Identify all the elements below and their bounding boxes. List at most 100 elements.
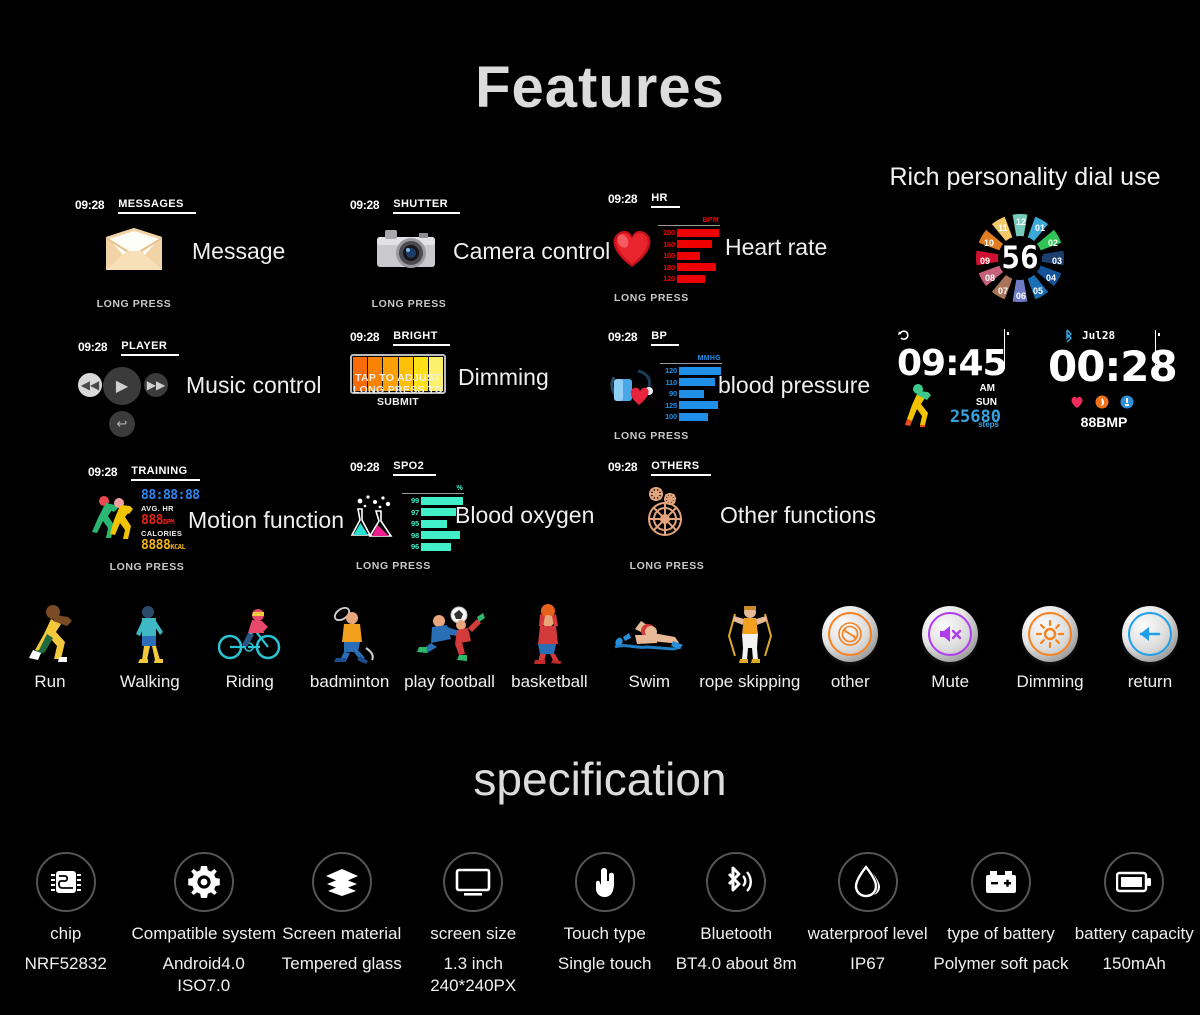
status-time: 09:28 [350, 460, 380, 474]
flasks-icon [350, 494, 400, 542]
sport-basketball[interactable]: basketball [499, 598, 599, 692]
feature-others[interactable]: 09:28 OTHERS LONG PRESS Other functions [608, 460, 876, 572]
feature-footer: LONG PRESS [371, 298, 447, 310]
control-return[interactable]: return [1100, 598, 1200, 692]
watch-face-color-dial[interactable]: 56 12 01 02 03 04 05 06 07 08 09 10 11 [970, 208, 1070, 308]
control-mute[interactable]: Mute [900, 598, 1000, 692]
chart-bar [679, 401, 718, 410]
dial-number: 10 [984, 238, 995, 248]
feature-dimming[interactable]: 09:28 BRIGHT TAP TO ADJUST LONG PRESS TO… [350, 330, 549, 430]
specification-title: specification [473, 753, 727, 805]
feature-blood-pressure-screen: 09:28 BP MMHG 120 110 90 125 100 LONG PR… [608, 330, 726, 442]
spec-name: battery capacity [1074, 924, 1194, 943]
sport-label: rope skipping [699, 672, 801, 691]
chart-bar [679, 412, 708, 421]
feature-heart-rate[interactable]: 09:28 HR BPM 200 160 100 180 120 LONG PR… [608, 192, 827, 304]
chart-value: 120 [665, 366, 677, 376]
spec-touch-type: Touch type Single touch [539, 852, 670, 997]
football-icon [415, 598, 485, 670]
chart-value: 97 [411, 507, 419, 517]
sport-label: Riding [225, 672, 274, 691]
music-prev-button[interactable]: ◀◀ [78, 373, 102, 397]
spec-value: 1.3 inch 240*240PX [430, 953, 516, 997]
feature-camera-body [350, 216, 468, 288]
feature-camera-label: Camera control [453, 238, 611, 264]
chart-row: 200 [658, 228, 720, 237]
feature-footer: LONG PRESS [356, 560, 431, 572]
training-duration: 88:88:88 [141, 487, 200, 503]
status-time: 09:28 [88, 465, 118, 479]
status-time: 09:28 [608, 460, 638, 474]
feature-message[interactable]: 09:28 MESSAGES LONG PRESS Message [75, 198, 285, 310]
feature-music[interactable]: 09:28 PLAYER ◀◀ ▶ ▶▶ ↩ Music control [78, 340, 321, 440]
feature-dimming-topbar: 09:28 BRIGHT [350, 330, 468, 346]
sport-swim[interactable]: Swim [599, 598, 699, 692]
control-other[interactable]: other [800, 598, 900, 692]
control-dimming[interactable]: Dimming [1000, 598, 1100, 692]
dial-number: 06 [1016, 291, 1027, 301]
feature-blood-oxygen[interactable]: 09:28 SPO2 % 99 97 95 98 96 LONG PRESS B… [350, 460, 594, 572]
music-next-button[interactable]: ▶▶ [144, 373, 168, 397]
sport-badminton[interactable]: badminton [300, 598, 400, 692]
watch-date: Jul28 [1082, 329, 1116, 342]
feature-blood-oxygen-screen: 09:28 SPO2 % 99 97 95 98 96 LONG PRESS [350, 460, 468, 572]
sport-riding[interactable]: Riding [200, 598, 300, 692]
feature-blood-pressure[interactable]: 09:28 BP MMHG 120 110 90 125 100 LONG PR… [608, 330, 870, 442]
dimming-button[interactable] [1022, 606, 1079, 662]
mute-button[interactable] [922, 606, 979, 662]
chip-icon [35, 852, 96, 912]
feature-blood-pressure-body: MMHG 120 110 90 125 100 [608, 352, 726, 424]
spec-bluetooth: Bluetooth BT4.0 about 8m [670, 852, 801, 997]
chart-unit: % [402, 485, 464, 494]
chart-unit: BPM [658, 217, 720, 226]
feature-heart-rate-body: BPM 200 160 100 180 120 [608, 214, 726, 286]
sport-rope-skipping[interactable]: rope skipping [699, 598, 800, 692]
feature-blood-oxygen-topbar: 09:28 SPO2 [350, 460, 468, 476]
feature-mode-label: MESSAGES [118, 198, 196, 214]
chart-bar [677, 251, 700, 260]
watch-face-heart-rate[interactable]: Jul28 00:28 88BMP [1046, 327, 1178, 430]
spec-battery-capacity: battery capacity 150mAh [1068, 852, 1199, 997]
spec-value: IP67 [850, 954, 886, 973]
feature-motion[interactable]: 09:28 TRAINING 88:88:88 AVG. HR 888BPM C… [88, 465, 344, 573]
dial-number: 09 [980, 256, 991, 266]
feature-dimming-hint: TAP TO ADJUST LONG PRESS TO SUBMIT [344, 372, 452, 408]
sport-run[interactable]: Run [0, 598, 100, 692]
dial-number: 04 [1046, 273, 1057, 283]
car-battery-icon [970, 852, 1031, 912]
feature-mode-label: BRIGHT [393, 330, 450, 346]
chart-row: 98 [402, 531, 464, 540]
chart-bar [421, 519, 447, 528]
chart-value: 180 [663, 262, 675, 272]
other-button[interactable] [822, 606, 879, 662]
feature-camera[interactable]: 09:28 SHUTTER LONG PRESS Camera control [350, 198, 610, 310]
feature-mode-label: PLAYER [121, 340, 180, 356]
feature-mode-label: SPO2 [393, 460, 437, 476]
spec-name: Bluetooth [700, 924, 773, 943]
spec-name: chip [50, 924, 82, 943]
chart-value: 200 [663, 228, 675, 238]
control-label: return [1127, 672, 1173, 691]
other-refresh-icon [828, 612, 873, 656]
sport-football[interactable]: play football [400, 598, 500, 692]
chart-value: 110 [665, 377, 678, 387]
spec-waterproof: waterproof level IP67 [802, 852, 933, 997]
runner-icon [903, 383, 937, 432]
feature-blood-pressure-label: blood pressure [718, 372, 871, 398]
control-label: Dimming [1016, 672, 1084, 691]
feature-mode-label: BP [651, 330, 680, 346]
gear-icon [173, 852, 234, 912]
music-play-button[interactable]: ▶ [103, 367, 141, 405]
chart-row: 110 [660, 378, 722, 387]
sport-label: badminton [309, 672, 390, 691]
feature-mode-label: OTHERS [651, 460, 712, 476]
music-back-button[interactable]: ↩ [109, 411, 135, 437]
camera-icon [373, 225, 445, 279]
feature-heart-rate-screen: 09:28 HR BPM 200 160 100 180 120 LONG PR… [608, 192, 726, 304]
chart-value: 96 [411, 542, 419, 552]
watch-face-steps[interactable]: 09:45 AM SUN 25680 steps [893, 327, 1009, 429]
badminton-icon [322, 598, 378, 670]
return-button[interactable] [1121, 606, 1178, 662]
sport-walking[interactable]: Walking [100, 598, 200, 692]
jump-rope-icon [725, 598, 775, 670]
